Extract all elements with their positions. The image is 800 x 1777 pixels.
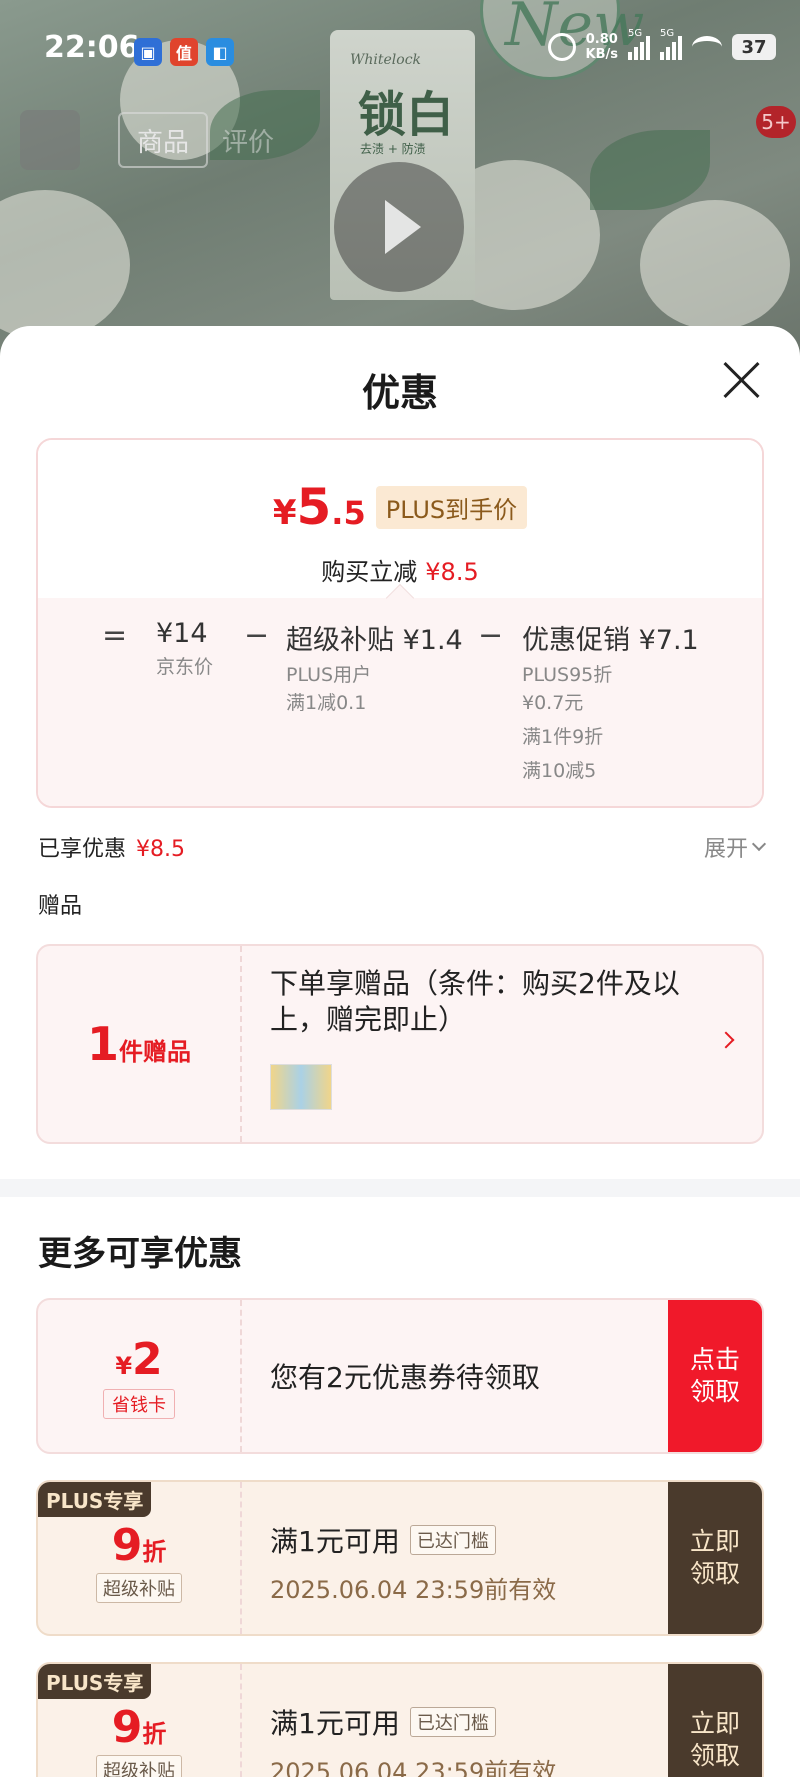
signal-icon-sim1: 5G — [628, 28, 650, 60]
gift-thumbnail — [270, 1064, 332, 1110]
gift-description: 下单享赠品（条件：购买2件及以上，赠完即止） — [270, 967, 680, 1036]
coupon-description: 您有2元优惠券待领取 — [270, 1361, 540, 1394]
close-icon[interactable] — [722, 360, 762, 400]
claim-coupon-button[interactable]: 点击领取 — [668, 1300, 762, 1452]
chevron-down-icon — [751, 836, 767, 852]
gift-section-label: 赠品 — [38, 894, 83, 919]
more-offers-title: 更多可享优惠 — [38, 1234, 242, 1274]
price-breakdown: = ¥14 京东价 − 超级补贴 ¥1.4 PLUS用户 满1减0.1 − 优惠… — [38, 583, 762, 806]
equals-sign: = — [102, 618, 128, 653]
subsidy-col: 超级补贴 ¥1.4 PLUS用户 满1减0.1 — [286, 625, 463, 714]
coupon-condition: 满1元可用 — [270, 1525, 400, 1558]
tab-reviews[interactable]: 评价 — [222, 122, 274, 159]
wifi-icon — [692, 36, 722, 58]
status-time: 22:06 — [44, 30, 140, 65]
claim-now-button[interactable]: 立即领取 — [668, 1664, 762, 1777]
coupon-discount: 9折 — [111, 1520, 167, 1571]
plus-exclusive-ribbon: PLUS专享 — [38, 1482, 152, 1517]
product-name: 锁白 — [358, 87, 455, 143]
play-icon — [385, 200, 421, 254]
plus-exclusive-ribbon: PLUS专享 — [38, 1664, 152, 1699]
plus-coupon-card: PLUS专享 9折 超级补贴 满1元可用 已达门槛 2025.06.04 23:… — [36, 1662, 764, 1777]
status-bar: 22:06 ▣ 值 ◧ 0.80 KB/s 5G 5G 37 — [0, 24, 800, 74]
coupon-validity: 2025.06.04 23:59前有效 — [270, 1758, 557, 1777]
savings-coupon-card: ¥2 省钱卡 您有2元优惠券待领取 点击领取 — [36, 1298, 764, 1454]
signal-icon-sim2: 5G — [660, 28, 682, 60]
super-subsidy-tag: 超级补贴 — [96, 1755, 182, 1777]
back-button[interactable] — [20, 110, 80, 170]
network-speed: 0.80 KB/s — [585, 32, 618, 62]
cart-badge[interactable]: 5+ — [756, 106, 796, 138]
savings-card-tag: 省钱卡 — [103, 1389, 175, 1419]
app-icon-2: 值 — [170, 38, 198, 66]
plus-coupon-card: PLUS专享 9折 超级补贴 满1元可用 已达门槛 2025.06.04 23:… — [36, 1480, 764, 1636]
sheet-title: 优惠 — [361, 371, 438, 415]
jd-price-col: ¥14 京东价 — [156, 618, 214, 678]
price-summary-card: ¥5.5 PLUS到手价 购买立减 ¥8.5 = ¥14 京东价 − 超级补贴 ¥… — [36, 438, 764, 808]
threshold-reached-badge: 已达门槛 — [409, 1525, 496, 1555]
final-price: ¥5.5 — [272, 478, 366, 536]
minus-sign: − — [478, 618, 504, 653]
claim-now-button[interactable]: 立即领取 — [668, 1482, 762, 1634]
gift-count: 1 件赠品 — [38, 946, 242, 1142]
battery-indicator: 37 — [732, 34, 776, 60]
alarm-icon — [547, 33, 576, 61]
tab-product[interactable]: 商品 — [118, 112, 208, 168]
super-subsidy-tag: 超级补贴 — [96, 1573, 182, 1603]
coupon-validity: 2025.06.04 23:59前有效 — [270, 1576, 557, 1604]
minus-sign: − — [244, 618, 270, 653]
coupon-amount: ¥2 — [115, 1334, 163, 1385]
plus-price-tag: PLUS到手价 — [375, 486, 528, 529]
chevron-right-icon — [717, 1031, 735, 1049]
app-icon-1: ▣ — [134, 38, 162, 66]
section-divider — [0, 1179, 800, 1197]
enjoyed-discount: 已享优惠 ¥8.5 — [38, 837, 185, 862]
discount-sheet: 优惠 ¥5.5 PLUS到手价 购买立减¥8.5 = ¥14 京东价 − 超级 — [0, 326, 800, 1777]
gift-card[interactable]: 1 件赠品 下单享赠品（条件：购买2件及以上，赠完即止） — [36, 944, 764, 1144]
instant-reduction: 购买立减 ¥8.5 — [321, 558, 479, 586]
coupon-discount: 9折 — [111, 1702, 167, 1753]
promo-col: 优惠促销 ¥7.1 PLUS95折 ¥0.7元 满1件9折 满10减5 — [522, 625, 699, 782]
expand-button[interactable]: 展开 — [704, 831, 767, 863]
product-slogan: 去渍 + 防渍 — [360, 142, 426, 156]
app-icon-3: ◧ — [206, 38, 234, 66]
coupon-condition: 满1元可用 — [270, 1707, 400, 1740]
threshold-reached-badge: 已达门槛 — [409, 1707, 496, 1737]
